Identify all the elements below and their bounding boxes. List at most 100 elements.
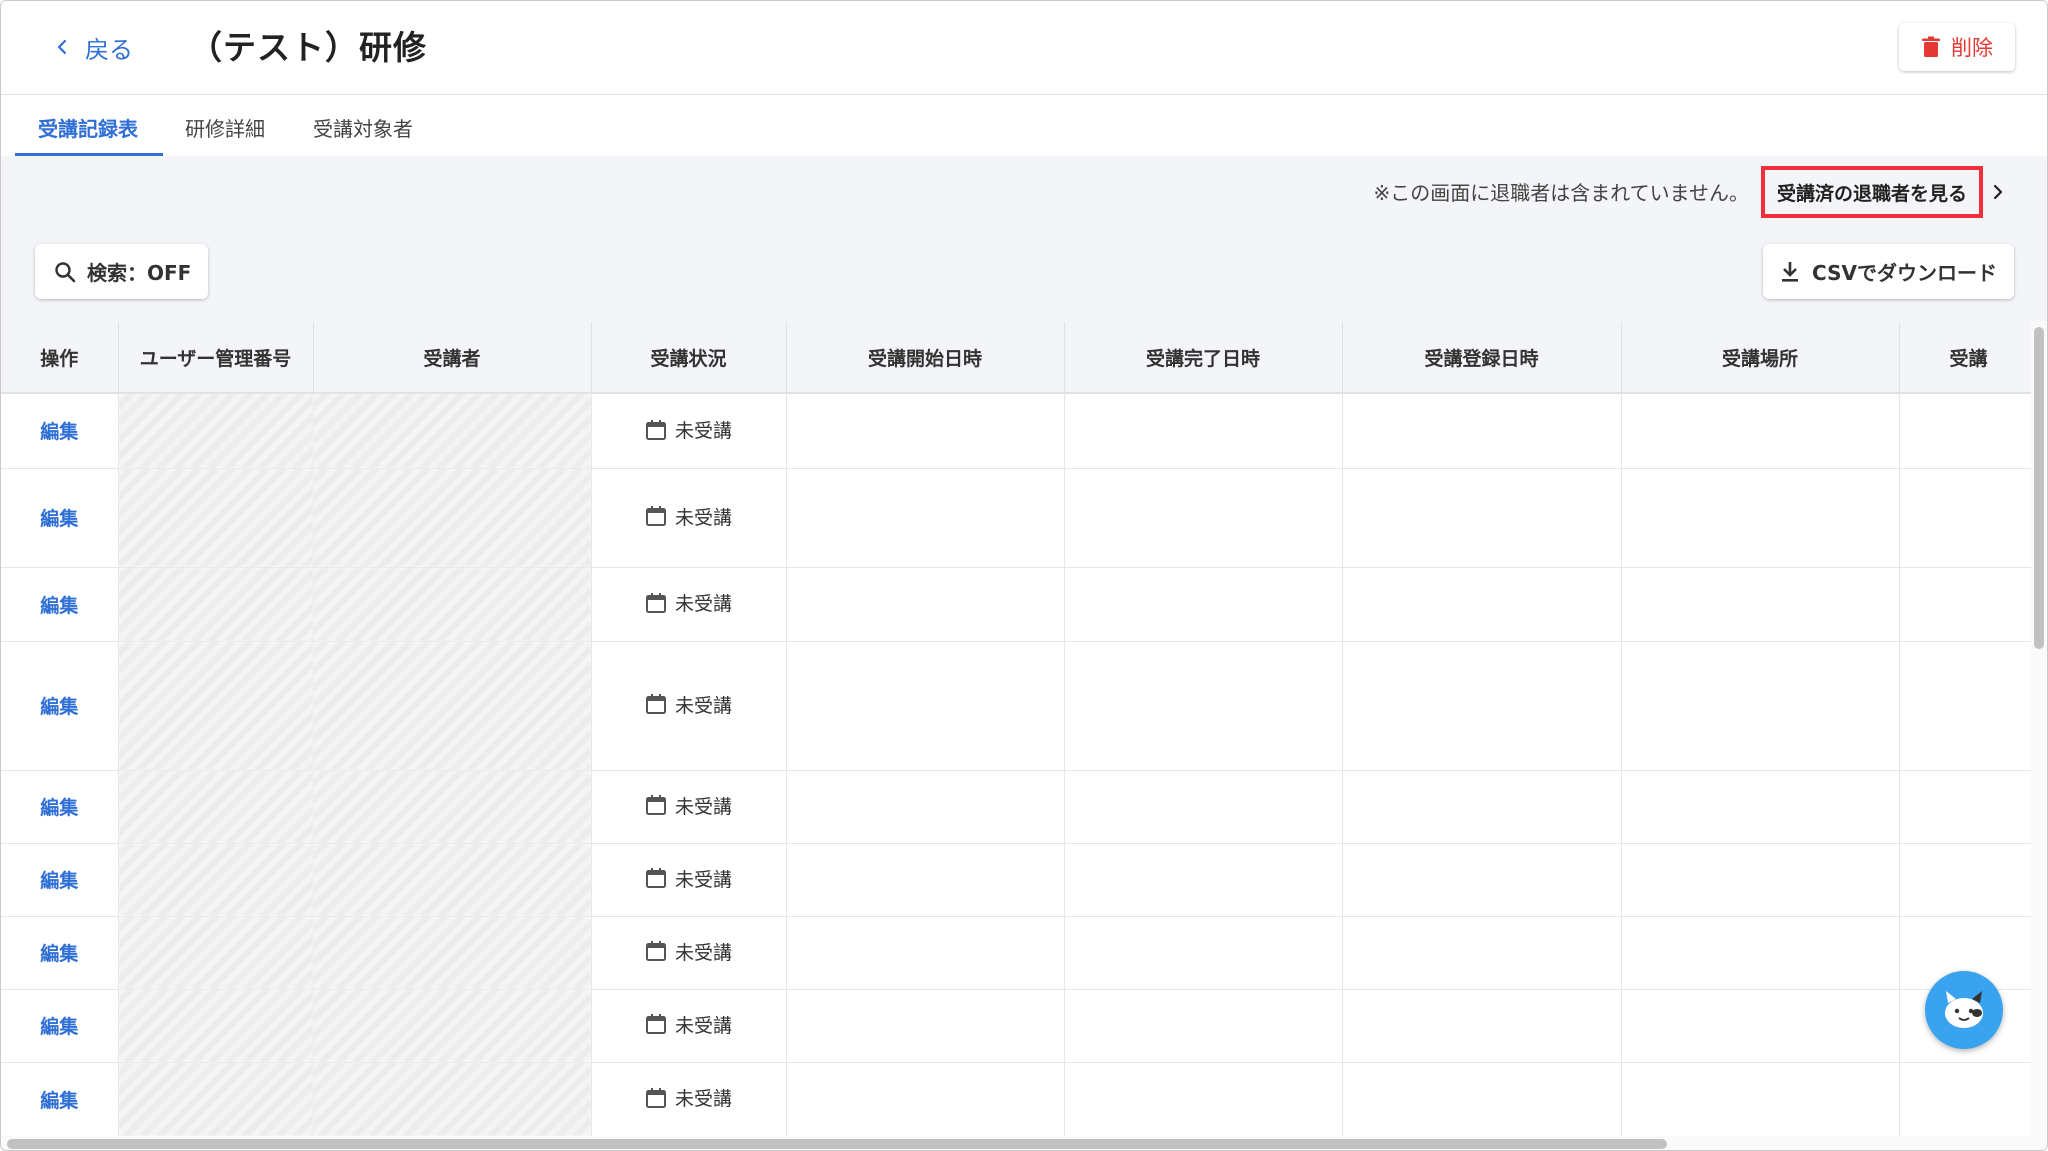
user-id-cell-redacted	[118, 916, 314, 990]
status-label: 未受講	[674, 941, 732, 964]
back-button[interactable]: 戻る	[53, 27, 133, 67]
empty-cell	[1064, 393, 1343, 469]
table-header-row: 操作 ユーザー管理番号 受講者 受講状況 受講開始日時 受講完了日時 受講登録日…	[1, 322, 2031, 394]
status-cell: 未受講	[591, 567, 787, 642]
edit-link[interactable]: 編集	[1, 770, 119, 844]
empty-cell	[1621, 770, 1900, 844]
status-cell: 未受講	[591, 641, 787, 771]
edit-link[interactable]: 編集	[1, 989, 119, 1063]
status-label: 未受講	[674, 593, 732, 616]
empty-cell	[786, 1062, 1065, 1137]
empty-cell	[1621, 1062, 1900, 1137]
empty-cell	[1899, 567, 2031, 642]
chatbot-button[interactable]	[1925, 971, 2003, 1049]
status-label: 未受講	[674, 694, 732, 717]
status-label: 未受講	[674, 506, 732, 529]
table-row: 編集 未受講	[1, 1062, 2031, 1137]
column-header[interactable]: ユーザー管理番号	[118, 322, 314, 394]
empty-cell	[1064, 770, 1343, 844]
table-row: 編集 未受講	[1, 989, 2031, 1063]
view-retired-link[interactable]: 受講済の退職者を見る	[1761, 166, 1983, 218]
column-header[interactable]: 受講場所	[1621, 322, 1900, 394]
column-header[interactable]: 操作	[1, 322, 119, 394]
empty-cell	[1899, 393, 2031, 469]
edit-link[interactable]: 編集	[1, 1062, 119, 1137]
attendance-table: 操作 ユーザー管理番号 受講者 受講状況 受講開始日時 受講完了日時 受講登録日…	[1, 322, 2031, 1137]
chevron-left-icon	[57, 39, 67, 55]
calendar-icon	[645, 941, 666, 962]
table-row: 編集 未受講	[1, 567, 2031, 642]
status-label: 未受講	[674, 1088, 732, 1111]
status-badge: 未受講	[645, 1011, 732, 1038]
page-header: 戻る （テスト）研修 削除	[1, 1, 2047, 95]
empty-cell	[786, 641, 1065, 771]
attendee-name-cell-redacted	[313, 567, 592, 642]
empty-cell	[1064, 567, 1343, 642]
empty-cell	[1064, 641, 1343, 771]
edit-link[interactable]: 編集	[1, 843, 119, 917]
attendance-table-container: 操作 ユーザー管理番号 受講者 受講状況 受講開始日時 受講完了日時 受講登録日…	[1, 322, 2031, 1137]
calendar-icon	[645, 694, 666, 715]
horizontal-scroll-thumb[interactable]	[7, 1139, 1667, 1149]
search-toggle-button[interactable]: 検索：OFF	[35, 244, 208, 299]
status-badge: 未受講	[645, 416, 732, 443]
status-cell: 未受講	[591, 393, 787, 469]
horizontal-scrollbar[interactable]	[1, 1136, 2047, 1150]
back-label: 戻る	[85, 35, 133, 64]
page-title: （テスト）研修	[189, 28, 427, 67]
toolbar: ※この画面に退職者は含まれていません。 受講済の退職者を見る 検索：OFF CS…	[1, 156, 2047, 322]
edit-link[interactable]: 編集	[1, 641, 119, 771]
edit-link[interactable]: 編集	[1, 916, 119, 990]
status-cell: 未受講	[591, 989, 787, 1063]
status-badge: 未受講	[645, 503, 732, 530]
table-row: 編集 未受講	[1, 393, 2031, 469]
empty-cell	[786, 468, 1065, 568]
chevron-right-icon	[1993, 184, 2003, 200]
edit-link[interactable]: 編集	[1, 468, 119, 568]
attendee-name-cell-redacted	[313, 641, 592, 771]
status-cell: 未受講	[591, 468, 787, 568]
status-cell: 未受講	[591, 770, 787, 844]
table-row: 編集 未受講	[1, 916, 2031, 990]
vertical-scrollbar[interactable]	[2031, 321, 2047, 1136]
empty-cell	[1899, 1062, 2031, 1137]
attendee-name-cell-redacted	[313, 393, 592, 469]
column-header[interactable]: 受講完了日時	[1064, 322, 1343, 394]
empty-cell	[786, 393, 1065, 469]
search-icon	[55, 261, 76, 282]
column-header[interactable]: 受講開始日時	[786, 322, 1065, 394]
attendee-name-cell-redacted	[313, 989, 592, 1063]
empty-cell	[1899, 843, 2031, 917]
vertical-scroll-thumb[interactable]	[2034, 327, 2044, 649]
tab-training-details[interactable]: 研修詳細	[185, 113, 265, 142]
empty-cell	[1064, 843, 1343, 917]
status-cell: 未受講	[591, 1062, 787, 1137]
tab-attendance-record[interactable]: 受講記録表	[38, 113, 138, 142]
user-id-cell-redacted	[118, 567, 314, 642]
status-badge: 未受講	[645, 865, 732, 892]
edit-link[interactable]: 編集	[1, 393, 119, 469]
column-header[interactable]: 受講登録日時	[1342, 322, 1622, 394]
empty-cell	[1621, 468, 1900, 568]
edit-link[interactable]: 編集	[1, 567, 119, 642]
column-header[interactable]: 受講	[1899, 322, 2031, 394]
empty-cell	[1342, 641, 1622, 771]
empty-cell	[1899, 641, 2031, 771]
search-label: 検索：OFF	[87, 261, 192, 285]
status-cell: 未受講	[591, 916, 787, 990]
csv-download-button[interactable]: CSVでダウンロード	[1763, 244, 2014, 299]
attendee-name-cell-redacted	[313, 916, 592, 990]
column-header[interactable]: 受講者	[313, 322, 592, 394]
app-window: 戻る （テスト）研修 削除 受講記録表 研修詳細 受講対象者 ※この画面に退職者…	[0, 0, 2048, 1151]
empty-cell	[1064, 1062, 1343, 1137]
empty-cell	[1342, 770, 1622, 844]
status-label: 未受講	[674, 1014, 732, 1037]
tab-target-attendees[interactable]: 受講対象者	[313, 113, 413, 142]
delete-button[interactable]: 削除	[1899, 23, 2015, 71]
empty-cell	[1342, 567, 1622, 642]
empty-cell	[786, 567, 1065, 642]
empty-cell	[786, 989, 1065, 1063]
column-header[interactable]: 受講状況	[591, 322, 787, 394]
empty-cell	[1899, 468, 2031, 568]
empty-cell	[1064, 916, 1343, 990]
